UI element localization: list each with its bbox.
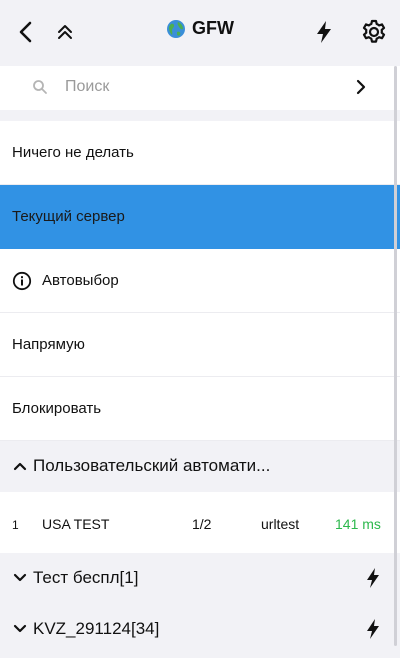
- chevron-up-icon: [13, 462, 27, 471]
- proxy-count: 1/2: [192, 516, 212, 532]
- proxy-name: USA TEST: [42, 516, 110, 532]
- globe-icon: [167, 19, 185, 38]
- group-name: Пользовательский автомати...: [33, 456, 271, 475]
- option-label: Текущий сервер: [12, 208, 125, 225]
- lightning-icon[interactable]: [306, 14, 342, 50]
- gear-icon[interactable]: [356, 14, 392, 50]
- search-icon: [33, 80, 47, 94]
- top-bar: GFW: [0, 0, 400, 64]
- proxy-latency: 141 ms: [335, 516, 381, 532]
- chevron-down-icon: [13, 624, 27, 633]
- option-current-server[interactable]: Текущий сервер: [0, 185, 400, 249]
- proxy-group-header[interactable]: KVZ_291124[34]: [0, 604, 400, 654]
- lightning-icon[interactable]: [366, 618, 380, 640]
- chevron-right-icon[interactable]: [350, 76, 372, 98]
- proxy-group-header[interactable]: Пользовательский автомати...: [0, 441, 400, 491]
- option-label: Ничего не делать: [12, 144, 134, 161]
- chevron-down-icon: [13, 573, 27, 582]
- scrollbar[interactable]: [394, 66, 397, 646]
- mode-list: Ничего не делать Текущий сервер Автовыбо…: [0, 121, 400, 441]
- proxy-type: urltest: [261, 516, 300, 532]
- option-direct[interactable]: Напрямую: [0, 313, 400, 377]
- option-label: Блокировать: [12, 400, 102, 417]
- option-label: Автовыбор: [42, 272, 119, 289]
- title-text: GFW: [192, 18, 234, 38]
- info-icon[interactable]: [12, 271, 32, 291]
- option-label: Напрямую: [12, 336, 85, 353]
- proxy-group-header[interactable]: Тест беспл[1]: [0, 553, 400, 603]
- option-auto-select[interactable]: Автовыбор: [0, 249, 400, 313]
- proxy-row[interactable]: 1 USA TEST 1/2 urltest 141 ms: [0, 492, 400, 556]
- group-name: KVZ_291124[34]: [33, 619, 160, 638]
- option-block[interactable]: Блокировать: [0, 377, 400, 441]
- search-bar[interactable]: Поиск: [0, 66, 400, 110]
- group-name: Тест беспл[1]: [33, 568, 139, 587]
- lightning-icon[interactable]: [366, 567, 380, 589]
- option-do-nothing[interactable]: Ничего не делать: [0, 121, 400, 185]
- proxy-index: 1: [12, 518, 19, 532]
- search-input[interactable]: Поиск: [65, 78, 109, 96]
